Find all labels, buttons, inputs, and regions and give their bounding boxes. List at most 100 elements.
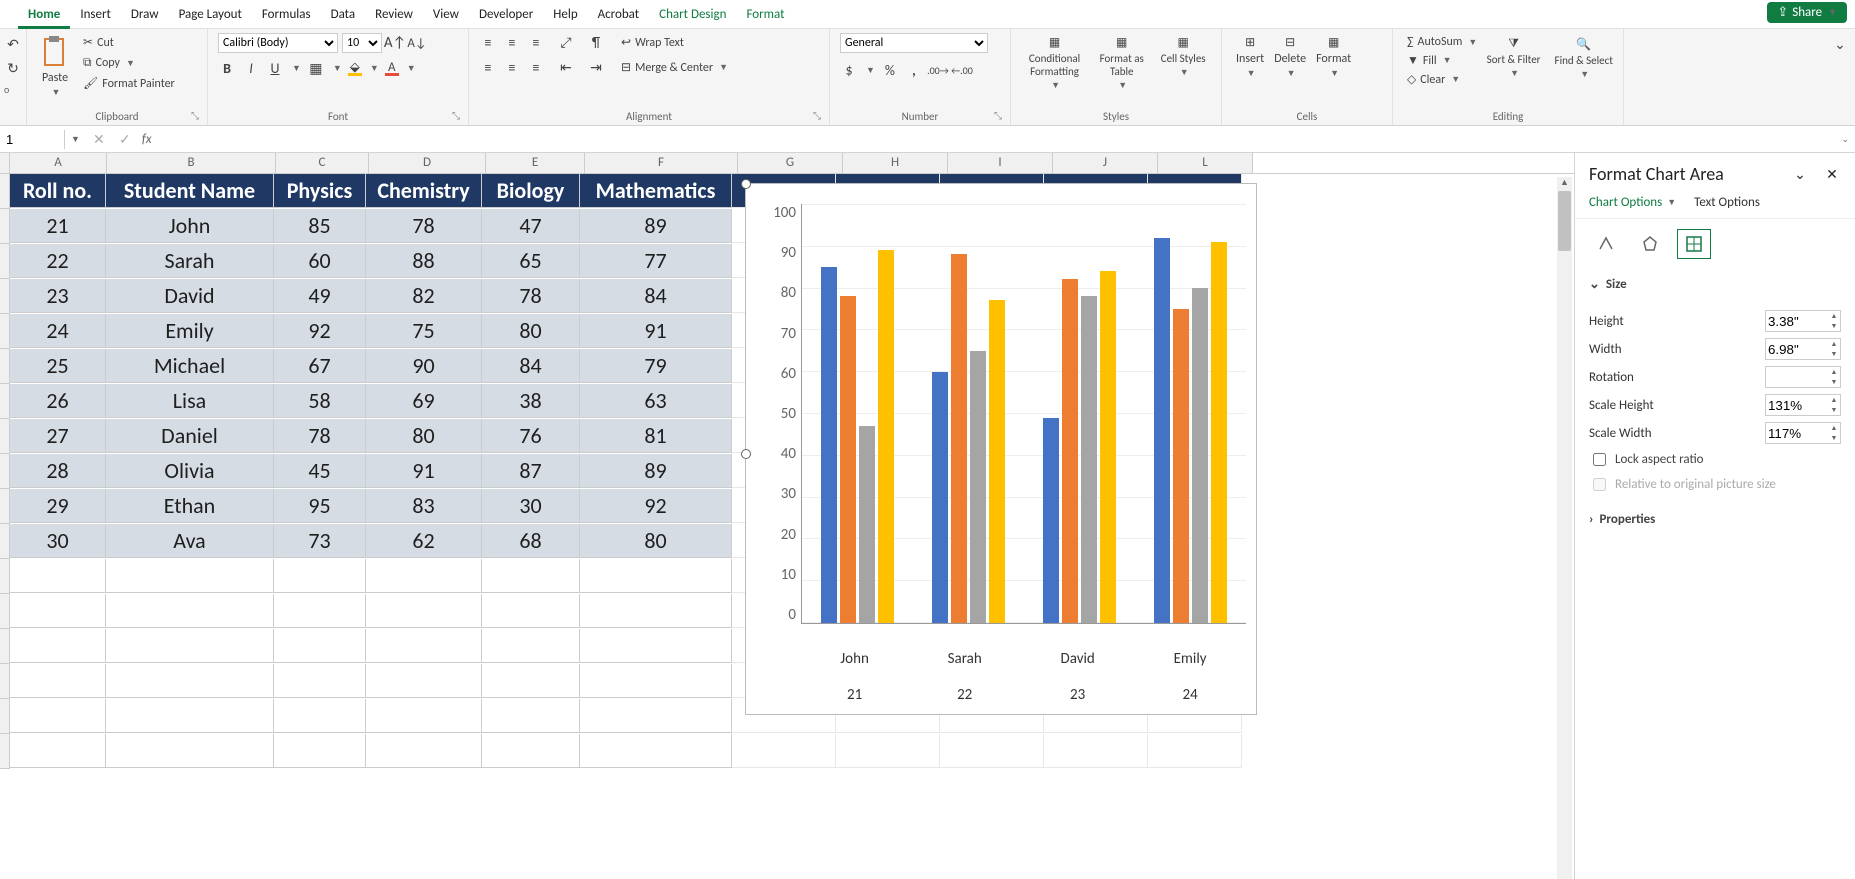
bar[interactable] [970,351,986,623]
cut-button[interactable]: ✂Cut [79,33,179,52]
chevron-down-icon[interactable]: ▼ [407,63,416,74]
cell[interactable]: 82 [366,279,482,313]
decrease-decimal-icon[interactable]: ←.00 [953,61,971,79]
cell[interactable]: Michael [106,349,274,383]
effects-icon[interactable] [1633,229,1667,259]
redo-icon[interactable]: ↻ [4,59,22,77]
borders-icon[interactable]: ▦ [307,59,325,77]
decrease-font-icon[interactable]: A↓ [408,34,426,52]
merge-center-button[interactable]: ⊟Merge & Center▼ [617,58,732,77]
cell[interactable] [482,664,580,698]
cell[interactable] [10,664,106,698]
cell[interactable]: 83 [366,489,482,523]
tab-view[interactable]: View [423,3,469,26]
fill-color-button[interactable]: ⬙ [348,60,362,76]
cell[interactable]: David [106,279,274,313]
cell[interactable]: 81 [580,419,732,453]
properties-section-toggle[interactable]: ›Properties [1575,504,1855,535]
column-header[interactable]: J [1053,153,1158,173]
chevron-down-icon[interactable]: ▼ [333,63,342,74]
spin-up-icon[interactable]: ▲ [1828,395,1840,405]
spin-up-icon[interactable]: ▲ [1828,367,1840,377]
bar[interactable] [1081,296,1097,623]
dialog-launcher-icon[interactable]: ⤡ [191,109,203,121]
cell[interactable]: 88 [366,244,482,278]
cell[interactable]: 45 [274,454,366,488]
cell[interactable]: Ava [106,524,274,558]
column-header[interactable]: G [738,153,843,173]
cell[interactable]: 90 [366,349,482,383]
cell[interactable]: 65 [482,244,580,278]
column-header[interactable]: A [10,153,107,173]
cell[interactable] [10,559,106,593]
bold-icon[interactable]: B [218,59,236,77]
column-header[interactable]: E [486,153,585,173]
spin-down-icon[interactable]: ▼ [1828,377,1840,387]
lock-aspect-checkbox[interactable] [1593,453,1606,466]
fill-line-icon[interactable] [1589,229,1623,259]
cell[interactable]: 92 [580,489,732,523]
align-center-icon[interactable]: ≡ [503,59,521,77]
bar[interactable] [859,426,875,623]
cell[interactable]: 29 [10,489,106,523]
scale-height-input[interactable]: ▲▼ [1765,394,1841,416]
paste-button[interactable]: Paste ▼ [37,33,73,100]
cell[interactable] [106,594,274,628]
cell[interactable] [580,559,732,593]
cell[interactable]: John [106,209,274,243]
align-left-icon[interactable]: ≡ [479,59,497,77]
height-input[interactable]: ▲▼ [1765,310,1841,332]
align-top-icon[interactable]: ≡ [479,34,497,52]
column-header[interactable]: B [107,153,276,173]
align-bottom-icon[interactable]: ≡ [527,34,545,52]
sort-filter-button[interactable]: ⧩Sort & Filter▼ [1483,35,1545,82]
cell[interactable]: 60 [274,244,366,278]
column-header[interactable]: D [369,153,486,173]
cell[interactable]: 77 [580,244,732,278]
tab-acrobat[interactable]: Acrobat [588,3,650,26]
cell[interactable]: 73 [274,524,366,558]
dialog-launcher-icon[interactable]: ⤡ [994,109,1006,121]
cell[interactable] [580,734,732,768]
size-section-toggle[interactable]: ⌄Size [1575,269,1855,300]
scroll-up-icon[interactable]: ▲ [1557,177,1572,188]
format-as-table-button[interactable]: ▦Format as Table▼ [1090,33,1153,93]
cell[interactable]: Roll no. [10,174,106,208]
cell[interactable] [10,699,106,733]
cell[interactable]: 30 [482,489,580,523]
cell[interactable]: 21 [10,209,106,243]
spin-down-icon[interactable]: ▼ [1828,405,1840,415]
cell[interactable] [10,734,106,768]
spin-down-icon[interactable]: ▼ [1828,349,1840,359]
cell[interactable] [580,664,732,698]
cell[interactable] [10,594,106,628]
increase-decimal-icon[interactable]: .00→ [929,61,947,79]
cell[interactable]: Sarah [106,244,274,278]
cell[interactable]: 68 [482,524,580,558]
cell[interactable] [482,699,580,733]
cell[interactable] [482,559,580,593]
cell[interactable] [274,664,366,698]
cell[interactable]: 23 [10,279,106,313]
cell[interactable]: 85 [274,209,366,243]
bar[interactable] [1192,288,1208,623]
column-header[interactable]: L [1158,153,1253,173]
cell[interactable] [940,734,1044,768]
chevron-down-icon[interactable]: ▼ [292,63,301,74]
cell[interactable] [106,699,274,733]
cell[interactable] [274,559,366,593]
cell[interactable] [366,699,482,733]
cell[interactable]: 75 [366,314,482,348]
copy-button[interactable]: ⧉Copy▼ [79,54,179,72]
cell[interactable] [1044,734,1148,768]
format-painter-button[interactable]: 🖌Format Painter [79,74,179,93]
worksheet-grid[interactable]: ABCDEFGHIJL Roll no.Student NamePhysicsC… [0,153,1574,879]
cell[interactable] [836,734,940,768]
cell[interactable]: 30 [10,524,106,558]
cell[interactable]: Mathematics [580,174,732,208]
cell[interactable]: 80 [482,314,580,348]
cell[interactable]: Olivia [106,454,274,488]
fx-icon[interactable]: fx [142,132,152,147]
name-box[interactable] [0,130,65,149]
vertical-scrollbar[interactable]: ▲ [1557,177,1572,879]
